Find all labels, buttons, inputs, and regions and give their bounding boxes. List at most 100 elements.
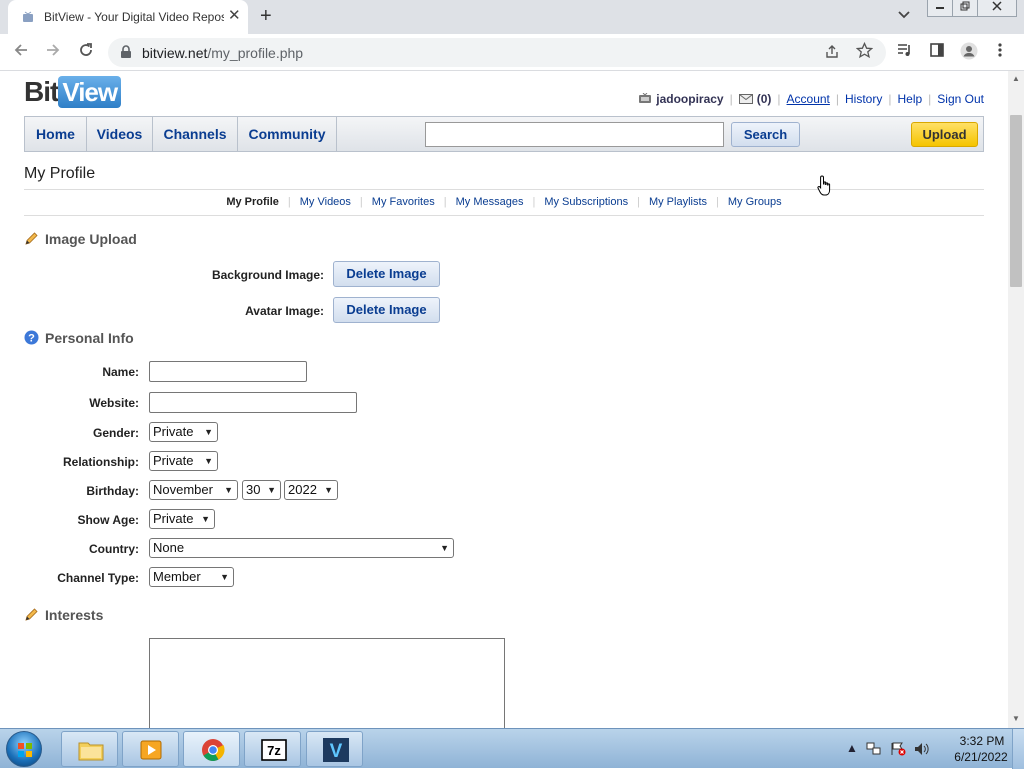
taskbar-media-player[interactable] — [122, 731, 179, 767]
nav-videos[interactable]: Videos — [87, 117, 153, 151]
side-panel-icon[interactable] — [929, 42, 945, 63]
action-center-flag-icon[interactable] — [890, 742, 906, 759]
upload-button[interactable]: Upload — [911, 122, 978, 147]
name-field[interactable] — [149, 361, 307, 382]
share-icon[interactable] — [824, 44, 840, 63]
country-value: None — [153, 540, 185, 555]
interests-textarea[interactable] — [149, 638, 505, 728]
separator: | — [888, 92, 892, 106]
search-button[interactable]: Search — [731, 122, 800, 147]
birthday-day-value: 30 — [246, 482, 261, 497]
folder-icon — [78, 738, 104, 762]
kebab-menu-icon[interactable] — [998, 42, 1002, 63]
subnav-my-messages[interactable]: My Messages — [456, 196, 524, 208]
bookmark-star-icon[interactable] — [855, 41, 874, 64]
show-desktop-button[interactable] — [1012, 729, 1024, 769]
lock-icon — [120, 45, 132, 59]
taskbar-veracrypt[interactable]: V — [306, 731, 363, 767]
country-label: Country: — [89, 542, 139, 556]
forward-arrow-icon[interactable] — [44, 41, 62, 65]
show-age-label: Show Age: — [77, 513, 139, 527]
birthday-day-select[interactable]: 30 ▼ — [242, 480, 281, 500]
nav-channels[interactable]: Channels — [153, 117, 238, 151]
subnav-my-videos[interactable]: My Videos — [300, 196, 351, 208]
browser-toolbar: bitview.net/my_profile.php — [0, 34, 1024, 71]
relationship-select[interactable]: Private ▼ — [149, 451, 218, 471]
taskbar-file-explorer[interactable] — [61, 731, 118, 767]
new-tab-button[interactable]: + — [260, 6, 272, 26]
tab-title: BitView - Your Digital Video Repository — [44, 10, 224, 24]
chevron-down-icon: ▼ — [204, 456, 213, 466]
hand-cursor-icon — [817, 175, 833, 197]
clock-date[interactable]: 6/21/2022 — [946, 750, 1016, 764]
username-link[interactable]: jadoopiracy — [656, 92, 723, 106]
scroll-up-arrow-icon[interactable]: ▲ — [1012, 74, 1020, 83]
tab-search-chevron-icon[interactable] — [898, 8, 910, 22]
country-select[interactable]: None ▼ — [149, 538, 454, 558]
mail-icon[interactable] — [738, 93, 753, 104]
nav-home[interactable]: Home — [25, 117, 87, 151]
tab-close-icon[interactable]: ✕ — [228, 8, 241, 24]
nav-community[interactable]: Community — [238, 117, 337, 151]
birthday-month-select[interactable]: November ▼ — [149, 480, 238, 500]
subnav-my-profile[interactable]: My Profile — [226, 196, 279, 208]
scroll-thumb[interactable] — [1010, 115, 1022, 287]
relationship-value: Private — [153, 453, 194, 468]
tv-icon — [638, 92, 652, 103]
reload-icon[interactable] — [77, 41, 95, 65]
network-icon[interactable] — [866, 742, 882, 759]
website-field[interactable] — [149, 392, 357, 413]
search-input[interactable] — [425, 122, 724, 147]
taskbar-chrome[interactable] — [183, 731, 240, 767]
windows-taskbar: 7z V ▲ 3:32 PM 6/21/2022 — [0, 728, 1024, 769]
subnav-my-subscriptions[interactable]: My Subscriptions — [544, 196, 628, 208]
minimize-button[interactable] — [927, 0, 953, 17]
personal-info-title: Personal Info — [45, 330, 134, 346]
start-button[interactable] — [6, 731, 42, 767]
bitview-favicon-icon — [22, 11, 34, 23]
media-control-icon[interactable] — [896, 42, 914, 63]
show-age-select[interactable]: Private ▼ — [149, 509, 215, 529]
logo-view-text: View — [58, 76, 122, 108]
restore-button[interactable] — [952, 0, 978, 17]
channel-type-select[interactable]: Member ▼ — [149, 567, 234, 587]
back-arrow-icon[interactable] — [12, 41, 30, 65]
close-window-button[interactable] — [977, 0, 1017, 17]
chrome-icon — [200, 738, 226, 762]
separator: | — [637, 196, 640, 208]
delete-background-image-button[interactable]: Delete Image — [333, 261, 440, 287]
bitview-logo[interactable]: Bit View — [24, 76, 122, 111]
browser-tab[interactable]: BitView - Your Digital Video Repository … — [8, 0, 248, 34]
interests-heading: Interests — [24, 607, 103, 623]
personal-info-heading: ? Personal Info — [24, 330, 134, 346]
clock-time[interactable]: 3:32 PM — [952, 734, 1012, 748]
birthday-year-select[interactable]: 2022 ▼ — [284, 480, 338, 500]
subnav-my-favorites[interactable]: My Favorites — [372, 196, 435, 208]
sign-out-link[interactable]: Sign Out — [937, 92, 984, 106]
subnav-my-groups[interactable]: My Groups — [728, 196, 782, 208]
volume-icon[interactable] — [914, 742, 930, 759]
main-nav-bar: Home Videos Channels Community Search Up… — [24, 116, 984, 152]
account-link[interactable]: Account — [787, 92, 830, 106]
delete-avatar-image-button[interactable]: Delete Image — [333, 297, 440, 323]
profile-avatar-icon[interactable] — [960, 42, 978, 65]
taskbar-7zip[interactable]: 7z — [244, 731, 301, 767]
website-label: Website: — [89, 396, 139, 410]
address-bar[interactable]: bitview.net/my_profile.php — [108, 38, 886, 67]
separator: | — [928, 92, 932, 106]
svg-text:V: V — [330, 741, 343, 762]
chevron-down-icon: ▼ — [324, 485, 333, 495]
interests-title: Interests — [45, 607, 104, 623]
scroll-down-arrow-icon[interactable]: ▼ — [1012, 714, 1020, 723]
history-link[interactable]: History — [845, 92, 882, 106]
url-path: /my_profile.php — [207, 45, 304, 61]
message-count[interactable]: (0) — [757, 92, 772, 106]
separator: | — [287, 196, 291, 208]
subnav-my-playlists[interactable]: My Playlists — [649, 196, 707, 208]
help-link[interactable]: Help — [897, 92, 922, 106]
gender-select[interactable]: Private ▼ — [149, 422, 218, 442]
show-hidden-icons-arrow[interactable]: ▲ — [846, 741, 858, 755]
chevron-down-icon: ▼ — [267, 485, 276, 495]
page-scrollbar[interactable]: ▲ ▼ — [1008, 71, 1024, 728]
url-host: bitview.net — [142, 45, 208, 61]
